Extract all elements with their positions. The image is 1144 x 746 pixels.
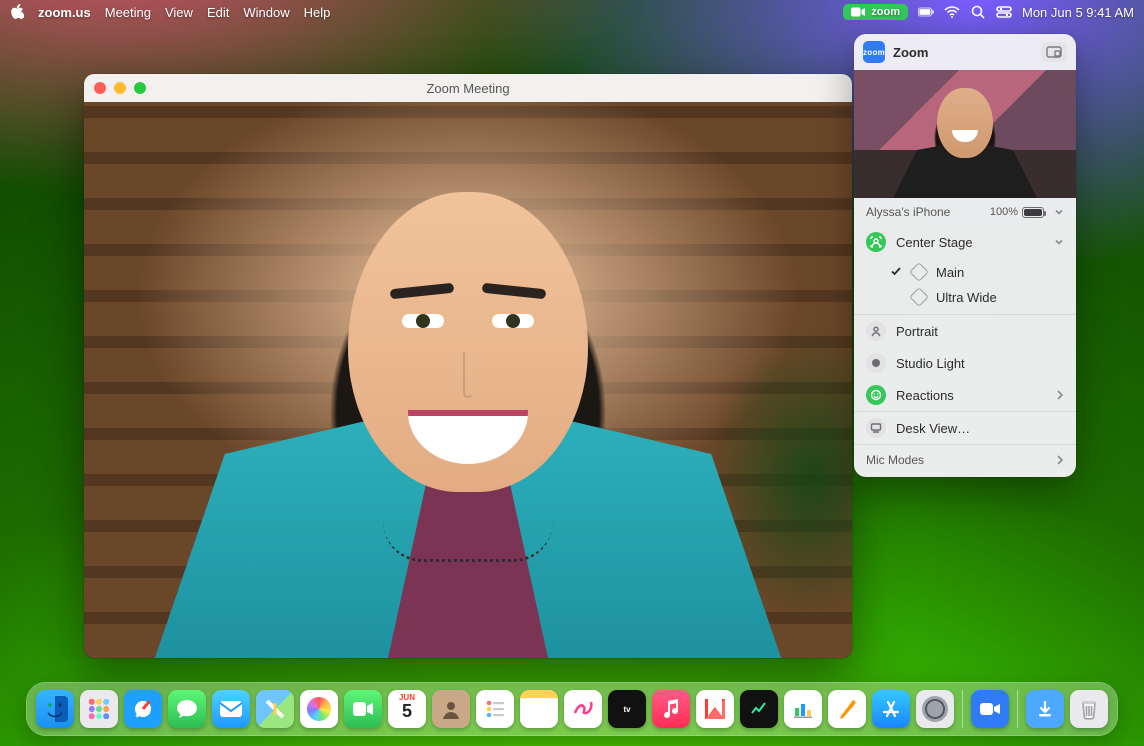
dock-app-messages[interactable] (168, 690, 206, 728)
window-traffic-lights (94, 82, 146, 94)
dock-downloads[interactable] (1026, 690, 1064, 728)
menu-help[interactable]: Help (304, 5, 331, 20)
battery-status-icon[interactable] (918, 4, 934, 20)
dock-trash[interactable] (1070, 690, 1108, 728)
dock-app-pages[interactable] (828, 690, 866, 728)
dock-app-freeform[interactable] (564, 690, 602, 728)
chevron-right-icon (1056, 390, 1064, 400)
dock-app-tv[interactable]: tv (608, 690, 646, 728)
reactions-label: Reactions (896, 388, 1046, 403)
lens-icon (909, 262, 929, 282)
zoom-app-icon: zoom (863, 41, 885, 63)
video-effects-panel: zoom Zoom Alyssa's iPhone 100% Center St… (854, 34, 1076, 477)
desk-view-row[interactable]: Desk View… (854, 412, 1076, 444)
menu-bar: zoom.us Meeting View Edit Window Help zo… (0, 0, 1144, 24)
camera-device-row[interactable]: Alyssa's iPhone 100% (854, 198, 1076, 226)
dock: JUN5 tv (26, 682, 1118, 736)
dock-app-finder[interactable] (36, 690, 74, 728)
continuity-camera-menu-extra[interactable]: zoom (843, 4, 908, 20)
menu-window[interactable]: Window (243, 5, 289, 20)
chevron-right-icon (1056, 455, 1064, 465)
dock-app-mail[interactable] (212, 690, 250, 728)
menu-meeting[interactable]: Meeting (105, 5, 151, 20)
expand-window-button[interactable] (1041, 42, 1067, 62)
wifi-icon[interactable] (944, 4, 960, 20)
dock-app-photos[interactable] (300, 690, 338, 728)
desk-view-label: Desk View… (896, 421, 1064, 436)
dock-app-facetime[interactable] (344, 690, 382, 728)
dock-separator (1017, 690, 1018, 728)
camera-preview (854, 70, 1076, 198)
studio-light-icon (866, 353, 886, 373)
panel-app-name: Zoom (893, 45, 928, 60)
dock-app-news[interactable] (696, 690, 734, 728)
dock-app-launchpad[interactable] (80, 690, 118, 728)
dock-app-stocks[interactable] (740, 690, 778, 728)
chevron-down-icon (1054, 207, 1064, 217)
reactions-row[interactable]: Reactions (854, 379, 1076, 411)
apple-menu[interactable] (10, 4, 24, 20)
portrait-label: Portrait (896, 324, 1064, 339)
dock-app-maps[interactable] (256, 690, 294, 728)
dock-app-zoom[interactable] (971, 690, 1009, 728)
dock-app-appstore[interactable] (872, 690, 910, 728)
dock-app-reminders[interactable] (476, 690, 514, 728)
dock-app-numbers[interactable] (784, 690, 822, 728)
dock-app-safari[interactable] (124, 690, 162, 728)
window-close-button[interactable] (94, 82, 106, 94)
dock-app-settings[interactable] (916, 690, 954, 728)
window-zoom-button[interactable] (134, 82, 146, 94)
menu-bar-clock[interactable]: Mon Jun 5 9:41 AM (1022, 5, 1134, 20)
dock-separator (962, 690, 963, 728)
dock-app-music[interactable] (652, 690, 690, 728)
center-stage-icon (866, 232, 886, 252)
portrait-icon (866, 321, 886, 341)
center-stage-label: Center Stage (896, 235, 1044, 250)
meeting-video-main (84, 102, 852, 658)
desk-view-icon (866, 418, 886, 438)
participant-face (348, 192, 588, 492)
zoom-meeting-window: Zoom Meeting (84, 74, 852, 658)
checkmark-icon (890, 265, 902, 280)
menu-edit[interactable]: Edit (207, 5, 229, 20)
lens-main-option[interactable]: Main (854, 258, 1076, 286)
lens-ultrawide-label: Ultra Wide (936, 290, 1064, 305)
studio-light-row[interactable]: Studio Light (854, 347, 1076, 379)
window-titlebar[interactable]: Zoom Meeting (84, 74, 852, 102)
window-minimize-button[interactable] (114, 82, 126, 94)
reactions-icon (866, 385, 886, 405)
lens-main-label: Main (936, 265, 1064, 280)
lens-ultrawide-option[interactable]: Ultra Wide (854, 286, 1076, 314)
app-menu-title[interactable]: zoom.us (38, 5, 91, 20)
portrait-row[interactable]: Portrait (854, 315, 1076, 347)
mic-modes-label: Mic Modes (866, 453, 1046, 467)
dock-app-notes[interactable] (520, 690, 558, 728)
dock-app-calendar[interactable]: JUN5 (388, 690, 426, 728)
lens-icon (909, 287, 929, 307)
camera-device-name: Alyssa's iPhone (866, 205, 980, 219)
window-title: Zoom Meeting (84, 81, 852, 96)
panel-header: zoom Zoom (854, 34, 1076, 70)
chevron-down-icon (1054, 237, 1064, 247)
studio-light-label: Studio Light (896, 356, 1064, 371)
control-center-icon[interactable] (996, 4, 1012, 20)
menu-view[interactable]: View (165, 5, 193, 20)
camera-pill-label: zoom (871, 6, 900, 18)
spotlight-icon[interactable] (970, 4, 986, 20)
device-battery: 100% (990, 206, 1044, 218)
center-stage-row[interactable]: Center Stage (854, 226, 1076, 258)
dock-app-contacts[interactable] (432, 690, 470, 728)
mic-modes-row[interactable]: Mic Modes (854, 445, 1076, 477)
